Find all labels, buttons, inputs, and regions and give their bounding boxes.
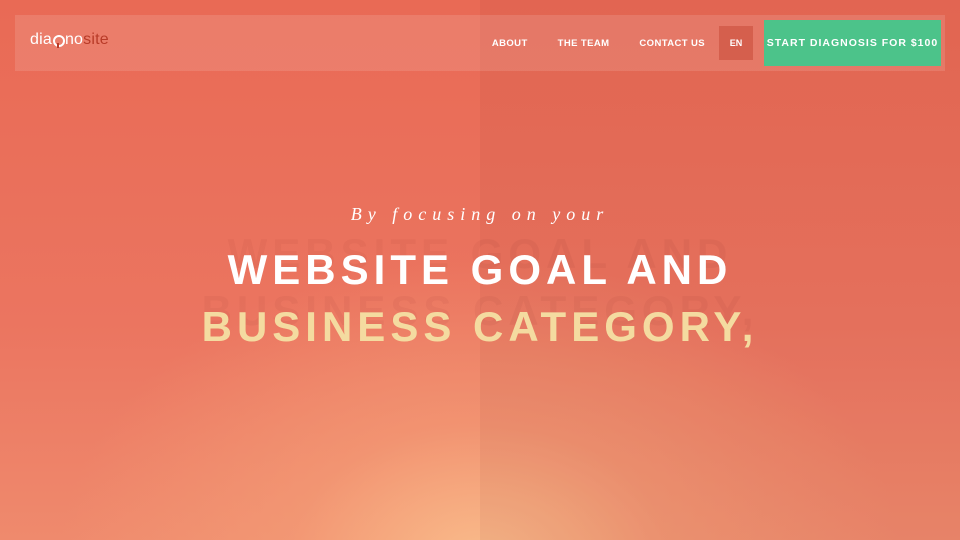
logo-text-site: site [83, 31, 109, 48]
hero-headline-line1: WEBSITE GOAL AND [227, 246, 733, 293]
nav-menu: ABOUT THE TEAM CONTACT US EN START DIAGN… [492, 15, 945, 71]
logo-text-dia: dia [30, 31, 52, 48]
language-selector-button[interactable]: EN [719, 26, 753, 60]
top-navbar: dia no site ABOUT THE TEAM CONTACT US EN… [15, 15, 945, 71]
logo-text-no: no [64, 31, 84, 48]
hero-tagline: By focusing on your [350, 204, 610, 224]
start-diagnosis-button[interactable]: START DIAGNOSIS FOR $100 [764, 20, 941, 66]
nav-link-the-team[interactable]: THE TEAM [558, 38, 610, 49]
hero-headline-line2: BUSINESS CATEGORY, [201, 303, 759, 350]
site-logo[interactable]: dia no site [30, 31, 109, 49]
magnifier-icon [52, 33, 65, 48]
nav-link-about[interactable]: ABOUT [492, 38, 528, 49]
nav-link-contact-us[interactable]: CONTACT US [639, 38, 705, 49]
